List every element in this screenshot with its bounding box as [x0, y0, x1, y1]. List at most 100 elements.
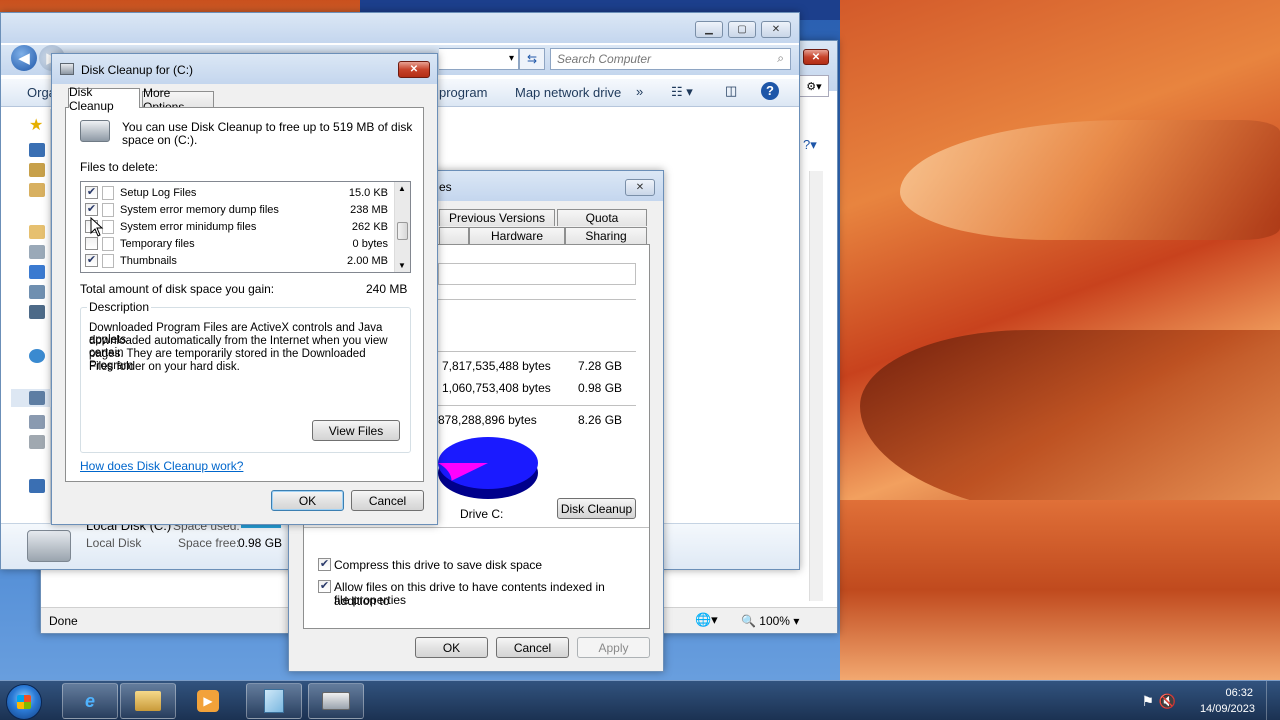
scroll-up-icon[interactable]: ▲	[398, 184, 406, 193]
properties-title: es	[439, 180, 452, 194]
file-type-icon	[102, 185, 114, 200]
ok-button[interactable]: OK	[271, 490, 344, 511]
file-type-icon	[102, 202, 114, 217]
back-arrow-icon[interactable]: ◀	[11, 45, 37, 71]
change-view-icon[interactable]: ☷ ▾	[671, 84, 693, 100]
clock-date[interactable]: 14/09/2023	[1200, 703, 1255, 715]
notepad-icon[interactable]	[246, 683, 302, 719]
apply-button[interactable]: Apply	[577, 637, 650, 658]
divider	[438, 299, 636, 300]
desktop-icon[interactable]	[29, 143, 45, 157]
file-checkbox[interactable]: ✔	[85, 254, 98, 267]
refresh-icon[interactable]: ⇆	[519, 48, 545, 70]
status-text: Done	[49, 614, 78, 628]
index-checkbox[interactable]: ✔	[318, 580, 331, 593]
homegroup-icon[interactable]	[29, 349, 45, 363]
file-checkbox[interactable]	[85, 237, 98, 250]
description-line4: Files folder on your hard disk.	[89, 361, 240, 373]
more-commands-button[interactable]: »	[636, 84, 643, 99]
drive-label-input[interactable]	[438, 263, 636, 285]
action-center-icon[interactable]: ⚑	[1141, 693, 1154, 710]
videos-icon[interactable]	[29, 305, 45, 319]
drive-icon	[27, 530, 71, 562]
view-files-button[interactable]: View Files	[312, 420, 400, 441]
disk-cleanup-taskbar-icon[interactable]	[308, 683, 364, 719]
search-input[interactable]: Search Computer ⌕	[550, 48, 791, 70]
favorites-star-icon[interactable]: ★	[29, 115, 43, 135]
file-checkbox[interactable]: ✔	[85, 186, 98, 199]
computer-nav-item[interactable]	[11, 389, 51, 407]
space-free-value: 0.98 GB	[238, 536, 283, 550]
close-icon[interactable]: ✕	[398, 61, 430, 78]
network-icon[interactable]	[29, 479, 45, 493]
search-placeholder: Search Computer	[557, 52, 652, 66]
tab-sharing[interactable]: Sharing	[565, 227, 647, 244]
scroll-down-icon[interactable]: ▼	[398, 261, 406, 270]
dvd-drive-icon[interactable]	[29, 435, 45, 449]
preview-pane-icon[interactable]: ◫	[725, 83, 737, 99]
index-label-line2: file properties	[334, 593, 407, 607]
tab-previous-versions[interactable]: Previous Versions	[439, 209, 555, 226]
divider	[438, 351, 636, 352]
windows-explorer-icon[interactable]	[120, 683, 176, 719]
capacity-gb: 8.26 GB	[578, 413, 623, 427]
tab-general-partial[interactable]	[439, 227, 469, 244]
scroll-thumb[interactable]	[397, 222, 408, 240]
help-icon[interactable]: ?▾	[803, 137, 829, 157]
close-icon[interactable]: ✕	[761, 21, 791, 38]
drive-cleanup-icon	[80, 120, 110, 142]
list-scrollbar[interactable]: ▲ ▼	[394, 182, 410, 272]
file-category-name: Thumbnails	[120, 254, 177, 267]
recent-places-icon[interactable]	[29, 183, 45, 197]
music-icon[interactable]	[29, 265, 45, 279]
local-disk-nav-icon[interactable]	[29, 415, 45, 429]
vertical-scrollbar[interactable]	[809, 171, 823, 601]
list-item[interactable]: ✔ System error memory dump files 238 MB	[81, 201, 396, 218]
list-item[interactable]: System error minidump files 262 KB	[81, 218, 396, 235]
view-options-button[interactable]: ⚙▾	[799, 75, 829, 97]
cancel-button[interactable]: Cancel	[351, 490, 424, 511]
documents-icon[interactable]	[29, 245, 45, 259]
disk-cleanup-dialog: Disk Cleanup for (C:) ✕ Disk Cleanup Mor…	[51, 53, 438, 525]
files-to-delete-list[interactable]: ✔ Setup Log Files 15.0 KB ✔ System error mem…	[80, 181, 411, 273]
close-icon[interactable]: ✕	[625, 179, 655, 196]
close-icon[interactable]: ✕	[803, 49, 829, 65]
start-button[interactable]	[6, 684, 42, 720]
drive-type: Local Disk	[86, 536, 142, 550]
compress-checkbox[interactable]: ✔	[318, 558, 331, 571]
downloads-icon[interactable]	[29, 163, 45, 177]
tab-hardware[interactable]: Hardware	[469, 227, 565, 244]
libraries-icon[interactable]	[29, 225, 45, 239]
cleanup-titlebar: Disk Cleanup for (C:)	[52, 54, 437, 84]
file-category-name: Temporary files	[120, 237, 195, 250]
speaker-muted-icon[interactable]: 🔇	[1159, 693, 1176, 710]
uninstall-program-button[interactable]: program	[439, 85, 487, 100]
file-checkbox[interactable]: ✔	[85, 203, 98, 216]
file-category-size: 15.0 KB	[348, 186, 388, 199]
media-player-icon[interactable]: ▶	[180, 683, 236, 719]
file-type-icon	[102, 253, 114, 268]
computer-icon	[29, 391, 45, 405]
disk-cleanup-button[interactable]: Disk Cleanup	[557, 498, 636, 519]
minimize-icon[interactable]: ▁	[695, 21, 723, 38]
cancel-button[interactable]: Cancel	[496, 637, 569, 658]
drive-usage-pie-chart	[438, 437, 538, 499]
clock-time[interactable]: 06:32	[1225, 687, 1253, 699]
internet-explorer-icon[interactable]: e	[62, 683, 118, 719]
zoom-level[interactable]: 🔍 100% ▾	[741, 614, 799, 628]
pictures-icon[interactable]	[29, 285, 45, 299]
show-desktop-button[interactable]	[1266, 681, 1280, 720]
help-icon[interactable]: ?	[761, 82, 779, 100]
tab-quota[interactable]: Quota	[557, 209, 647, 226]
tab-more-options[interactable]: More Options	[142, 86, 214, 114]
map-network-drive-button[interactable]: Map network drive	[515, 85, 621, 100]
ok-button[interactable]: OK	[415, 637, 488, 658]
list-item[interactable]: ✔ Thumbnails 2.00 MB	[81, 252, 396, 269]
address-bar-dropdown[interactable]: ▾	[439, 48, 519, 70]
list-item[interactable]: Temporary files 0 bytes	[81, 235, 396, 252]
maximize-icon[interactable]: ▢	[728, 21, 756, 38]
description-group: Description Downloaded Program Files are…	[80, 300, 411, 453]
list-item[interactable]: ✔ Setup Log Files 15.0 KB	[81, 184, 396, 201]
tab-disk-cleanup[interactable]: Disk Cleanup	[68, 85, 140, 113]
help-link[interactable]: How does Disk Cleanup work?	[80, 459, 243, 473]
